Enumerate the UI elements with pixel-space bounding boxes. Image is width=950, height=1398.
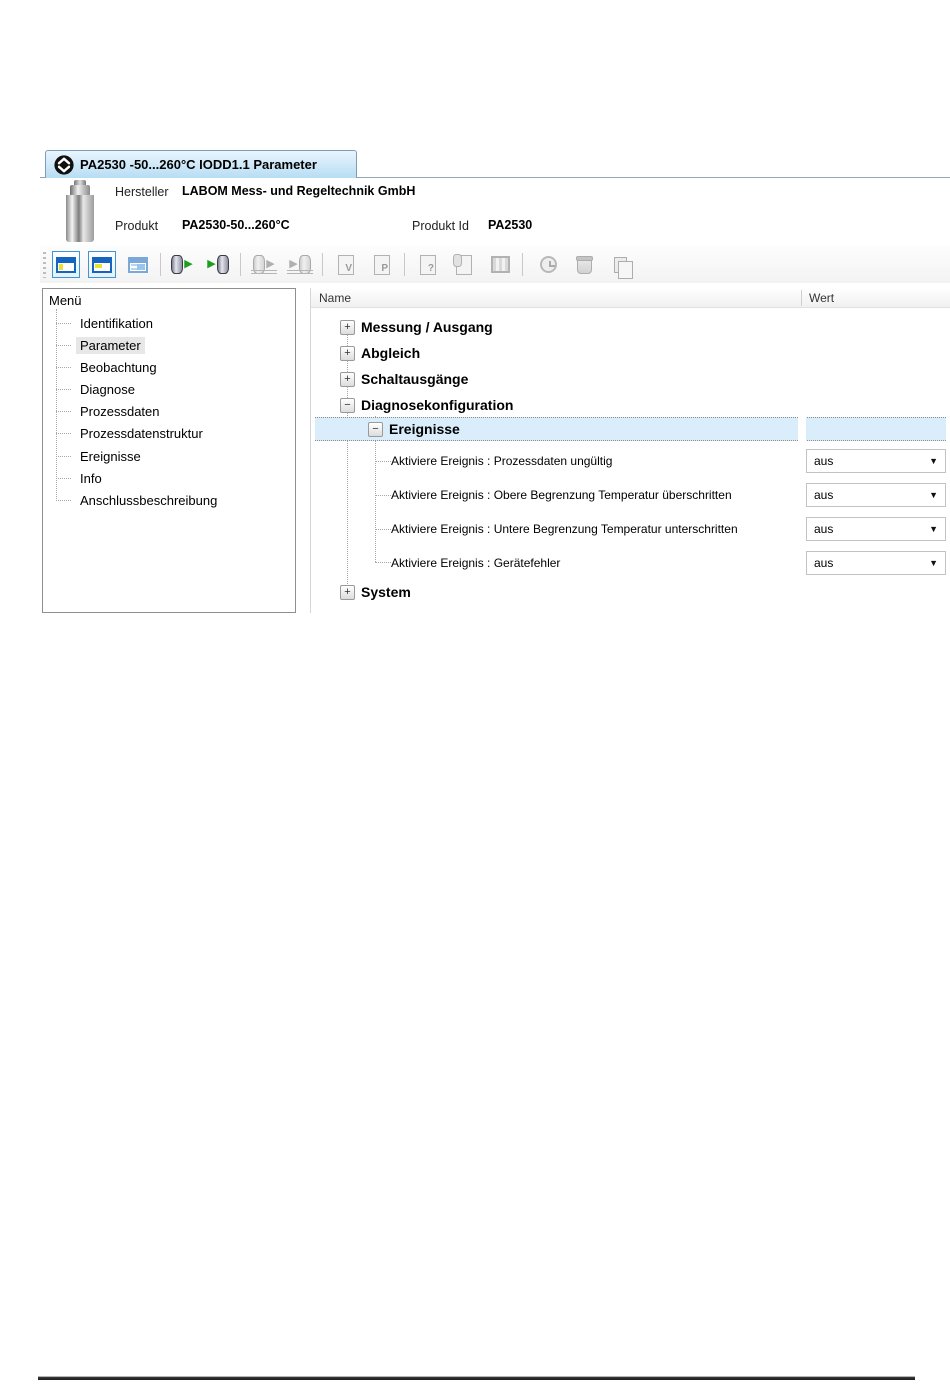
- tree-row-ereignisse[interactable]: − Ereignisse: [311, 417, 950, 441]
- expand-icon[interactable]: +: [340, 584, 355, 600]
- param-row-obere-begrenzung[interactable]: Aktiviere Ereignis : Obere Begrenzung Te…: [311, 478, 950, 512]
- product-image: [62, 180, 98, 242]
- tree-row-abgleich[interactable]: + Abgleich: [311, 340, 950, 366]
- topology-view-icon: [56, 256, 76, 273]
- history-icon: [539, 256, 557, 273]
- sidebar-item-ereignisse[interactable]: Ereignisse: [43, 446, 145, 466]
- download-to-device-button[interactable]: ▶: [286, 251, 314, 278]
- sidebar-item-prozessdaten[interactable]: Prozessdaten: [43, 401, 164, 421]
- sidebar-item-diagnose[interactable]: Diagnose: [43, 379, 139, 399]
- upload-from-device-icon: ▶: [251, 255, 277, 274]
- value-dropdown[interactable]: aus ▼: [806, 483, 946, 507]
- vendor-document-icon: V: [338, 254, 354, 275]
- produkt-id-value: PA2530: [488, 218, 533, 232]
- write-to-device-button[interactable]: ▶: [204, 251, 232, 278]
- product-document-button[interactable]: P: [368, 251, 396, 278]
- produkt-id-label: Produkt Id: [412, 219, 469, 233]
- expand-icon[interactable]: +: [340, 345, 355, 361]
- value-dropdown[interactable]: aus ▼: [806, 551, 946, 575]
- device-help-button[interactable]: ?: [414, 251, 442, 278]
- toolbar-separator: [322, 253, 323, 276]
- tree-row-system[interactable]: + System: [311, 579, 950, 605]
- data-table-icon: [490, 256, 510, 273]
- toolbar-separator: [160, 253, 161, 276]
- vendor-document-button[interactable]: V: [332, 251, 360, 278]
- device-view-button[interactable]: [88, 251, 116, 278]
- tree-row-messung-ausgang[interactable]: + Messung / Ausgang: [311, 314, 950, 340]
- tab-title: PA2530 -50...260°C IODD1.1 Parameter: [80, 157, 317, 172]
- param-row-prozessdaten-ungueltig[interactable]: Aktiviere Ereignis : Prozessdaten ungült…: [311, 444, 950, 478]
- value-dropdown[interactable]: aus ▼: [806, 449, 946, 473]
- column-divider[interactable]: [801, 290, 802, 306]
- tree-row-diagnosekonfiguration[interactable]: − Diagnosekonfiguration: [311, 392, 950, 418]
- chevron-down-icon: ▼: [929, 456, 938, 466]
- data-table-button[interactable]: [486, 251, 514, 278]
- topology-view-button[interactable]: [52, 251, 80, 278]
- toolbar-separator: [522, 253, 523, 276]
- device-help-icon: ?: [420, 254, 436, 275]
- delete-button[interactable]: [570, 251, 598, 278]
- value-dropdown[interactable]: aus ▼: [806, 517, 946, 541]
- grid-header: Name Wert: [311, 288, 950, 308]
- column-header-name[interactable]: Name: [319, 291, 351, 305]
- download-to-device-icon: ▶: [287, 255, 313, 274]
- collapse-icon[interactable]: −: [368, 421, 383, 437]
- produkt-label: Produkt: [115, 219, 159, 233]
- grid-view-icon: [128, 256, 148, 273]
- column-header-wert[interactable]: Wert: [809, 291, 834, 305]
- toolbar: ▶ ▶ ▶ ▶ V P ?: [40, 246, 950, 283]
- sidebar-item-parameter[interactable]: Parameter: [43, 335, 145, 355]
- upload-from-device-button[interactable]: ▶: [250, 251, 278, 278]
- hersteller-value: LABOM Mess- und Regeltechnik GmbH: [182, 184, 416, 198]
- expand-icon[interactable]: +: [340, 319, 355, 335]
- read-from-device-icon: ▶: [171, 255, 193, 274]
- product-document-icon: P: [374, 254, 390, 275]
- toolbar-separator: [404, 253, 405, 276]
- produkt-value: PA2530-50...260°C: [182, 218, 290, 232]
- device-sync-button[interactable]: [450, 251, 478, 278]
- chevron-down-icon: ▼: [929, 490, 938, 500]
- expand-icon[interactable]: +: [340, 371, 355, 387]
- sidebar-item-beobachtung[interactable]: Beobachtung: [43, 357, 161, 377]
- write-to-device-icon: ▶: [207, 255, 229, 274]
- save-icon: [613, 256, 633, 279]
- tree-row-schaltausgaenge[interactable]: + Schaltausgänge: [311, 366, 950, 392]
- history-button[interactable]: [534, 251, 562, 278]
- param-row-geraetefehler[interactable]: Aktiviere Ereignis : Gerätefehler aus ▼: [311, 546, 950, 580]
- chevron-down-icon: ▼: [929, 558, 938, 568]
- device-view-icon: [92, 256, 112, 273]
- collapse-icon[interactable]: −: [340, 397, 355, 413]
- sidebar-item-anschlussbeschreibung[interactable]: Anschlussbeschreibung: [43, 490, 221, 510]
- menu-root[interactable]: Menü: [49, 293, 82, 308]
- sidebar-item-info[interactable]: Info: [43, 468, 106, 488]
- toolbar-separator: [240, 253, 241, 276]
- parameter-panel: Name Wert + Messung / Ausgang + Abgleich…: [310, 288, 950, 613]
- param-row-untere-begrenzung[interactable]: Aktiviere Ereignis : Untere Begrenzung T…: [311, 512, 950, 546]
- iodd-logo-icon: [54, 154, 74, 175]
- chevron-down-icon: ▼: [929, 524, 938, 534]
- page-footer-rule: [38, 1376, 915, 1380]
- grid-view-button[interactable]: [124, 251, 152, 278]
- device-sync-icon: [453, 253, 472, 275]
- hersteller-label: Hersteller: [115, 185, 169, 199]
- page: PA2530 -50...260°C IODD1.1 Parameter Her…: [0, 0, 950, 1398]
- toolbar-grip[interactable]: [43, 252, 46, 278]
- trash-icon: [575, 256, 593, 274]
- read-from-device-button[interactable]: ▶: [168, 251, 196, 278]
- save-button[interactable]: [606, 251, 634, 279]
- sidebar-item-identifikation[interactable]: Identifikation: [43, 313, 157, 333]
- menu-panel: Menü Identifikation Parameter Beobachtun…: [42, 288, 296, 613]
- sidebar-item-prozessdatenstruktur[interactable]: Prozessdatenstruktur: [43, 423, 207, 443]
- tab-parameter[interactable]: PA2530 -50...260°C IODD1.1 Parameter: [45, 150, 357, 178]
